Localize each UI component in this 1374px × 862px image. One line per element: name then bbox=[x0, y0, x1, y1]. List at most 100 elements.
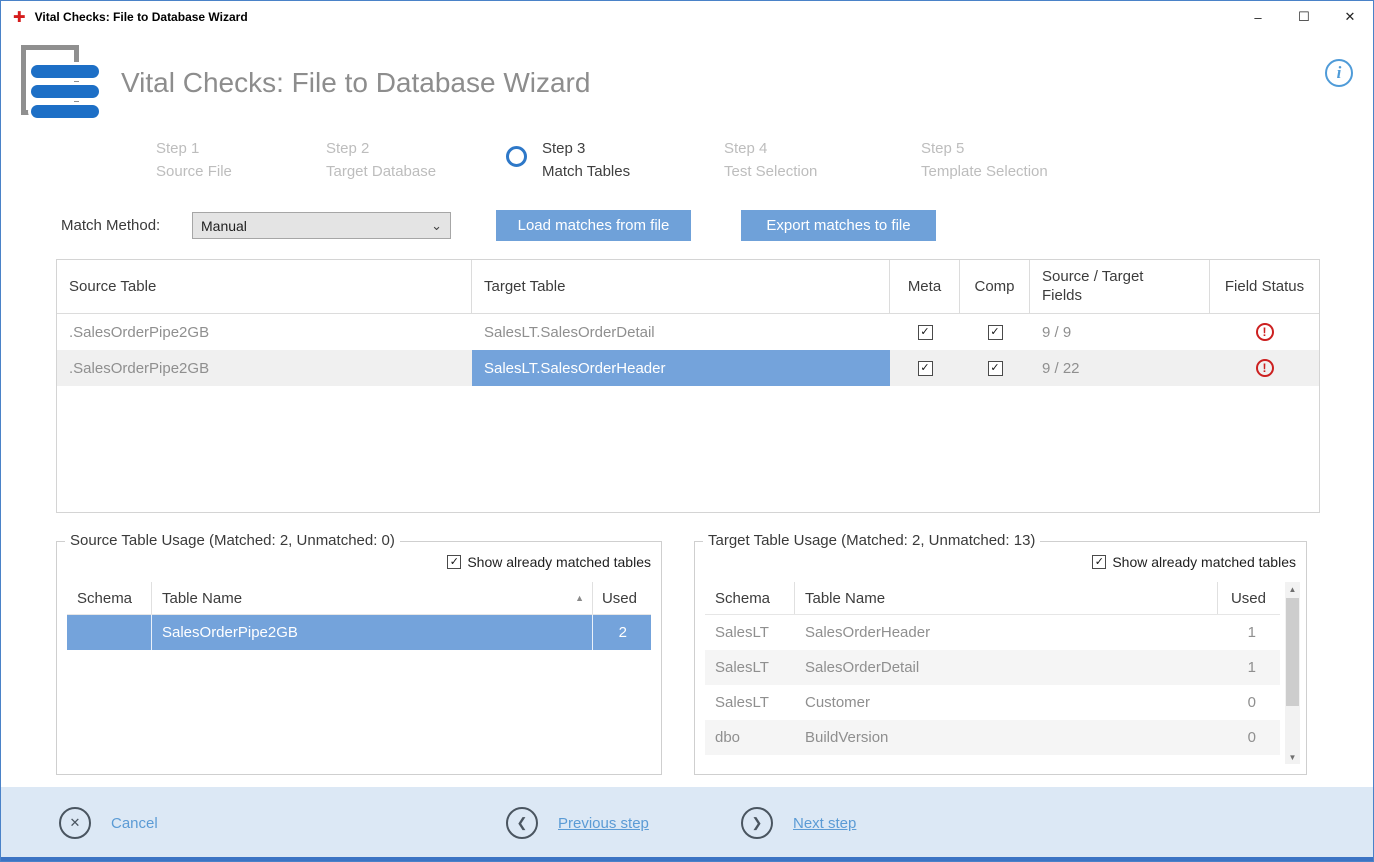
scroll-down-icon[interactable]: ▼ bbox=[1285, 750, 1300, 764]
checkbox-icon[interactable]: ✓ bbox=[1092, 555, 1106, 569]
schema-cell bbox=[67, 615, 152, 650]
column-used[interactable]: Used bbox=[593, 582, 651, 614]
column-table-name[interactable]: Table Name bbox=[795, 582, 1218, 614]
column-schema[interactable]: Schema bbox=[705, 582, 795, 614]
target-table-cell[interactable]: SalesLT.SalesOrderDetail bbox=[472, 314, 890, 350]
step-label: Target Database bbox=[326, 160, 436, 183]
target-table-cell-selected[interactable]: SalesLT.SalesOrderHeader bbox=[472, 350, 890, 386]
column-source-table[interactable]: Source Table bbox=[57, 260, 472, 313]
field-status-error-icon[interactable]: ! bbox=[1256, 359, 1274, 377]
step-number: Step 5 bbox=[921, 137, 1048, 160]
load-matches-button[interactable]: Load matches from file bbox=[496, 210, 691, 241]
checkbox-icon[interactable]: ✓ bbox=[447, 555, 461, 569]
step-4-test-selection[interactable]: Step 4 Test Selection bbox=[724, 137, 817, 183]
column-comp[interactable]: Comp bbox=[960, 260, 1030, 313]
column-source-target-fields[interactable]: Source / Target Fields bbox=[1030, 260, 1210, 313]
comp-checkbox[interactable]: ✓ bbox=[988, 325, 1003, 340]
step-3-match-tables[interactable]: Step 3 Match Tables bbox=[506, 137, 630, 183]
current-step-icon bbox=[506, 146, 527, 167]
show-matched-checkbox-target[interactable]: ✓ Show already matched tables bbox=[1092, 554, 1296, 570]
table-name-cell: SalesOrderPipe2GB bbox=[152, 615, 593, 650]
cancel-button[interactable]: ✕ Cancel bbox=[59, 807, 158, 839]
list-item[interactable]: SalesLT SalesOrderDetail 1 bbox=[705, 650, 1280, 685]
list-item[interactable]: SalesOrderPipe2GB 2 bbox=[67, 615, 651, 650]
list-item[interactable]: SalesLT Customer 0 bbox=[705, 685, 1280, 720]
info-icon[interactable]: i bbox=[1325, 59, 1353, 87]
window-accent-border bbox=[1, 857, 1373, 861]
show-matched-label: Show already matched tables bbox=[1112, 554, 1296, 570]
window-title: Vital Checks: File to Database Wizard bbox=[35, 10, 248, 24]
list-item[interactable]: dbo BuildVersion 0 bbox=[705, 720, 1280, 755]
titlebar: ✚ Vital Checks: File to Database Wizard … bbox=[1, 1, 1373, 33]
window-controls: – ☐ ✕ bbox=[1235, 1, 1373, 33]
table-name-cell: SalesOrderDetail bbox=[795, 650, 1218, 685]
used-cell: 0 bbox=[1218, 685, 1280, 720]
show-matched-checkbox-source[interactable]: ✓ Show already matched tables bbox=[447, 554, 651, 570]
used-cell: 0 bbox=[1218, 720, 1280, 755]
match-method-value: Manual bbox=[201, 218, 247, 234]
list-item[interactable]: SalesLT SalesOrderHeader 1 bbox=[705, 615, 1280, 650]
step-number: Step 2 bbox=[326, 137, 436, 160]
show-matched-label: Show already matched tables bbox=[467, 554, 651, 570]
step-label: Test Selection bbox=[724, 160, 817, 183]
next-step-button[interactable]: ❯ Next step bbox=[741, 807, 856, 839]
page-title: Vital Checks: File to Database Wizard bbox=[121, 67, 590, 99]
maximize-button[interactable]: ☐ bbox=[1281, 1, 1327, 33]
schema-cell: SalesLT bbox=[705, 685, 795, 720]
column-field-status[interactable]: Field Status bbox=[1210, 260, 1319, 313]
chevron-right-icon[interactable]: ❯ bbox=[741, 807, 773, 839]
step-number: Step 1 bbox=[156, 137, 232, 160]
app-icon: ✚ bbox=[13, 10, 26, 25]
column-table-name[interactable]: Table Name ▲ bbox=[152, 582, 593, 614]
chevron-left-icon[interactable]: ❮ bbox=[506, 807, 538, 839]
table-row[interactable]: .SalesOrderPipe2GB SalesLT.SalesOrderHea… bbox=[57, 350, 1319, 386]
scroll-up-icon[interactable]: ▲ bbox=[1285, 582, 1300, 596]
table-name-cell: BuildVersion bbox=[795, 720, 1218, 755]
source-usage-header: Schema Table Name ▲ Used bbox=[67, 582, 651, 615]
schema-cell: SalesLT bbox=[705, 650, 795, 685]
step-label: Match Tables bbox=[542, 160, 630, 183]
table-name-cell: Customer bbox=[795, 685, 1218, 720]
previous-step-label[interactable]: Previous step bbox=[558, 815, 649, 832]
match-method-label: Match Method: bbox=[61, 217, 160, 234]
source-table-cell[interactable]: .SalesOrderPipe2GB bbox=[57, 350, 472, 386]
cancel-label[interactable]: Cancel bbox=[111, 815, 158, 832]
export-matches-button[interactable]: Export matches to file bbox=[741, 210, 936, 241]
field-status-error-icon[interactable]: ! bbox=[1256, 323, 1274, 341]
meta-checkbox[interactable]: ✓ bbox=[918, 361, 933, 376]
step-label: Template Selection bbox=[921, 160, 1048, 183]
used-cell: 2 bbox=[593, 615, 651, 650]
column-used[interactable]: Used bbox=[1218, 582, 1280, 614]
scrollbar-thumb[interactable] bbox=[1286, 598, 1299, 706]
sort-ascending-icon[interactable]: ▲ bbox=[575, 593, 584, 603]
close-button[interactable]: ✕ bbox=[1327, 1, 1373, 33]
column-target-table[interactable]: Target Table bbox=[472, 260, 890, 313]
previous-step-button[interactable]: ❮ Previous step bbox=[506, 807, 649, 839]
column-meta[interactable]: Meta bbox=[890, 260, 960, 313]
app-logo-icon bbox=[15, 43, 111, 131]
column-schema[interactable]: Schema bbox=[67, 582, 152, 614]
fields-count-cell: 9 / 22 bbox=[1030, 350, 1210, 386]
used-cell: 1 bbox=[1218, 615, 1280, 650]
match-method-select[interactable]: Manual ⌄ bbox=[192, 212, 451, 239]
step-number: Step 4 bbox=[724, 137, 817, 160]
meta-checkbox[interactable]: ✓ bbox=[918, 325, 933, 340]
step-1-source-file[interactable]: Step 1 Source File bbox=[156, 137, 232, 183]
minimize-button[interactable]: – bbox=[1235, 1, 1281, 33]
table-row[interactable]: .SalesOrderPipe2GB SalesLT.SalesOrderDet… bbox=[57, 314, 1319, 350]
step-2-target-database[interactable]: Step 2 Target Database bbox=[326, 137, 436, 183]
next-step-label[interactable]: Next step bbox=[793, 815, 856, 832]
comp-checkbox[interactable]: ✓ bbox=[988, 361, 1003, 376]
match-table-header: Source Table Target Table Meta Comp Sour… bbox=[57, 260, 1319, 314]
step-label: Source File bbox=[156, 160, 232, 183]
target-usage-table: Schema Table Name Used SalesLT SalesOrde… bbox=[705, 582, 1280, 755]
vertical-scrollbar[interactable]: ▲ ▼ bbox=[1285, 582, 1300, 764]
match-table: Source Table Target Table Meta Comp Sour… bbox=[56, 259, 1320, 513]
target-usage-panel: Target Table Usage (Matched: 2, Unmatche… bbox=[694, 541, 1307, 775]
schema-cell: SalesLT bbox=[705, 615, 795, 650]
source-table-cell[interactable]: .SalesOrderPipe2GB bbox=[57, 314, 472, 350]
fields-count-cell: 9 / 9 bbox=[1030, 314, 1210, 350]
step-5-template-selection[interactable]: Step 5 Template Selection bbox=[921, 137, 1048, 183]
cancel-icon[interactable]: ✕ bbox=[59, 807, 91, 839]
source-usage-title: Source Table Usage (Matched: 2, Unmatche… bbox=[65, 532, 400, 549]
